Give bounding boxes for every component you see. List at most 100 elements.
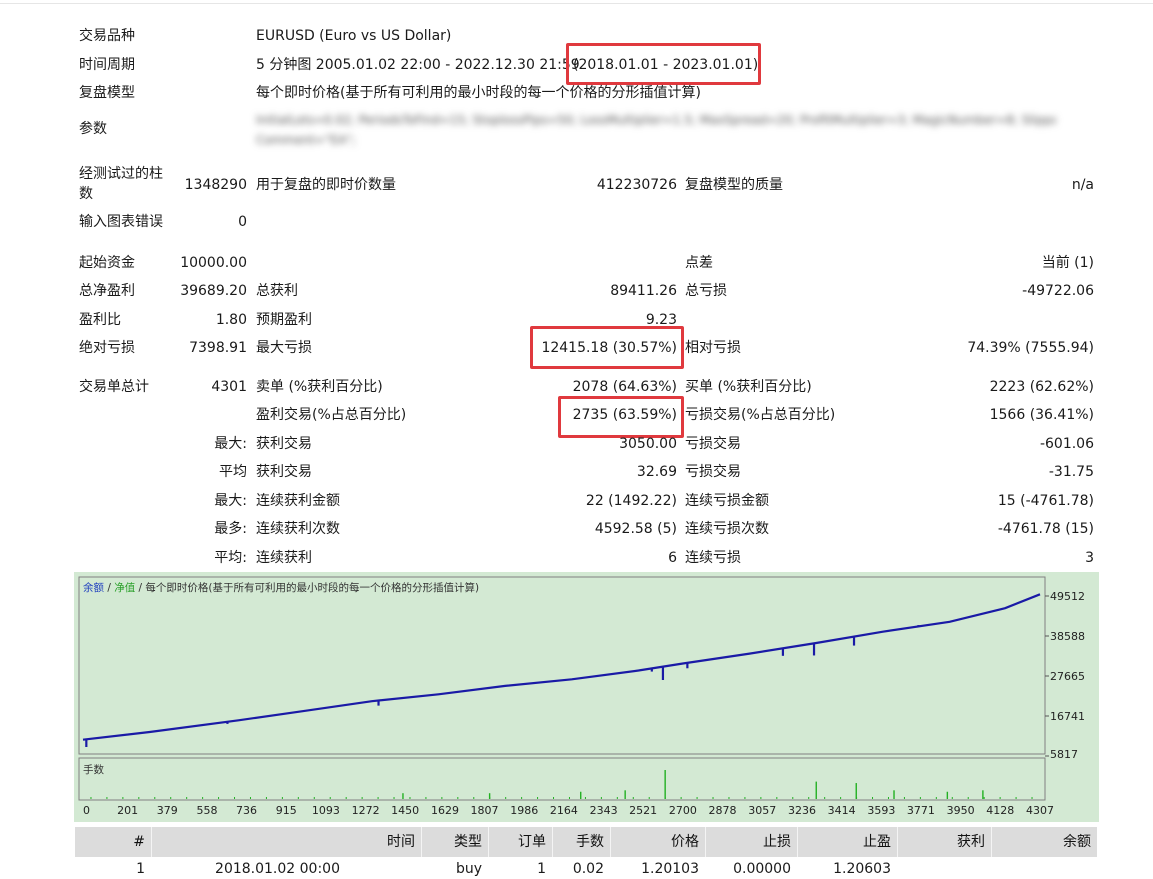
x-tick-label: 1986 [510, 804, 538, 817]
x-axis-ticks: 0 201 379 558 736 915 1093 1272 1450 1629 1807 1986… [83, 804, 1054, 817]
ticks-label: 用于复盘的即时价数量 [256, 177, 396, 193]
period-value: 5 分钟图 2005.01.02 22:00 - 2022.12.30 21:5… [256, 57, 580, 73]
y-axis-ticks: 49512 38588 27665 16741 5817 [1045, 590, 1085, 761]
largest-profit-label: 获利交易 [256, 436, 312, 452]
col-header-lots[interactable]: 手数 [552, 827, 610, 857]
row1-tp: 1.20603 [833, 861, 891, 877]
col-header-price[interactable]: 价格 [610, 827, 705, 857]
x-tick-label: 2164 [550, 804, 578, 817]
x-tick-label: 1807 [471, 804, 499, 817]
x-tick-label: 736 [236, 804, 257, 817]
loss-trades-label: 亏损交易(%占总百分比) [685, 407, 836, 423]
quality-label: 复盘模型的质量 [685, 177, 783, 193]
x-tick-label: 1629 [431, 804, 459, 817]
symbol-label: 交易品种 [79, 28, 135, 44]
net-profit-value: 39689.20 [180, 283, 247, 299]
x-tick-label: 558 [196, 804, 217, 817]
x-tick-label: 3593 [867, 804, 895, 817]
row1-index: 1 [136, 861, 145, 877]
avg-consec-label: 平均: [214, 550, 247, 566]
largest-loss-label: 亏损交易 [685, 436, 741, 452]
lots-plot-frame [78, 757, 1046, 801]
row1-time: 2018.01.02 00:00 [215, 861, 340, 877]
max-consec-losses-label: 连续亏损金额 [685, 493, 769, 509]
col-header-time[interactable]: 时间 [151, 827, 421, 857]
params-line-2: Comment="EA"; [256, 133, 356, 147]
maximal-consec-profit-value: 4592.58 (5) [594, 521, 677, 537]
total-trades-value: 4301 [211, 379, 247, 395]
max-drawdown-highlight [530, 326, 684, 369]
x-tick-label: 2878 [708, 804, 736, 817]
top-border [0, 0, 1153, 4]
net-profit-label: 总净盈利 [79, 283, 135, 299]
col-header-profit[interactable]: 获利 [897, 827, 991, 857]
gross-loss-label: 总亏损 [685, 283, 727, 299]
chart-legend: 余额 / 净值 / 每个即时价格(基于所有可利用的最小时段的每一个价格的分形插值… [83, 581, 479, 594]
x-tick-label: 3771 [907, 804, 935, 817]
balance-chart-svg: 余额 / 净值 / 每个即时价格(基于所有可利用的最小时段的每一个价格的分形插值… [78, 576, 1085, 817]
gross-profit-label: 总获利 [256, 283, 298, 299]
largest-label: 最大: [214, 436, 247, 452]
col-header-type[interactable]: 类型 [421, 827, 488, 857]
row1-lots: 0.02 [572, 861, 604, 877]
average-label: 平均 [219, 464, 247, 480]
model-label: 复盘模型 [79, 85, 135, 101]
legend-equity: 净值 [114, 581, 135, 594]
x-tick-label: 0 [83, 804, 90, 817]
col-header-index[interactable]: # [75, 827, 151, 857]
avg-consec-losses-value: 3 [1085, 550, 1094, 566]
profit-factor-label: 盈利比 [79, 312, 121, 328]
largest-profit-value: 3050.00 [619, 436, 677, 452]
model-value: 每个即时价格(基于所有可利用的最小时段的每一个价格的分形插值计算) [256, 85, 701, 101]
average-profit-label: 获利交易 [256, 464, 312, 480]
profit-factor-value: 1.80 [215, 312, 247, 328]
largest-loss-value: -601.06 [1039, 436, 1094, 452]
rel-drawdown-value: 74.39% (7555.94) [967, 340, 1094, 356]
col-header-sl[interactable]: 止损 [705, 827, 797, 857]
col-header-tp[interactable]: 止盈 [797, 827, 897, 857]
col-header-balance[interactable]: 余额 [991, 827, 1097, 857]
total-trades-label: 交易单总计 [79, 379, 149, 395]
row1-price: 1.20103 [641, 861, 699, 877]
average-profit-value: 32.69 [636, 464, 677, 480]
x-tick-label: 1450 [391, 804, 419, 817]
spread-value: 当前 (1) [1041, 255, 1094, 271]
x-tick-label: 4307 [1026, 804, 1054, 817]
lots-label: 手数 [83, 763, 104, 776]
maximal-consec-label: 最多: [214, 521, 247, 537]
x-tick-label: 379 [157, 804, 178, 817]
x-tick-label: 1093 [312, 804, 340, 817]
row1-type: buy [455, 861, 482, 877]
x-tick-label: 2700 [669, 804, 697, 817]
average-loss-label: 亏损交易 [685, 464, 741, 480]
bars-label-line2: 数 [79, 186, 93, 202]
rel-drawdown-label: 相对亏损 [685, 340, 741, 356]
maximal-consec-loss-value: -4761.78 (15) [997, 521, 1094, 537]
long-positions-label: 买单 (%获利百分比) [685, 379, 812, 395]
initial-deposit-value: 10000.00 [180, 255, 247, 271]
expected-payoff-label: 预期盈利 [256, 312, 312, 328]
x-tick-label: 3950 [947, 804, 975, 817]
short-positions-value: 2078 (64.63%) [572, 379, 677, 395]
max-consec-losses-value: 15 (-4761.78) [997, 493, 1094, 509]
gross-loss-value: -49722.06 [1022, 283, 1094, 299]
y-tick-label: 49512 [1050, 590, 1085, 603]
short-positions-label: 卖单 (%获利百分比) [256, 379, 383, 395]
profit-trades-label: 盈利交易(%占总百分比) [256, 407, 407, 423]
gross-profit-value: 89411.26 [610, 283, 677, 299]
x-tick-label: 2521 [629, 804, 657, 817]
x-tick-label: 915 [276, 804, 297, 817]
x-tick-label: 3414 [828, 804, 856, 817]
maximal-consec-loss-label: 连续亏损次数 [685, 521, 769, 537]
avg-consec-wins-label: 连续获利 [256, 550, 312, 566]
x-tick-label: 4128 [986, 804, 1014, 817]
col-header-order[interactable]: 订单 [488, 827, 552, 857]
avg-consec-losses-label: 连续亏损 [685, 550, 741, 566]
quality-value: n/a [1071, 177, 1094, 193]
trades-table-header: # 时间 类型 订单 手数 价格 止损 止盈 获利 余额 [75, 827, 1097, 857]
params-line-1: InitialLots=0.02; PeriodsToFind=15; Stop… [256, 113, 1056, 127]
row1-order: 1 [537, 861, 546, 877]
symbol-value: EURUSD (Euro vs US Dollar) [256, 28, 452, 44]
abs-drawdown-value: 7398.91 [189, 340, 247, 356]
y-tick-label: 5817 [1050, 748, 1078, 761]
